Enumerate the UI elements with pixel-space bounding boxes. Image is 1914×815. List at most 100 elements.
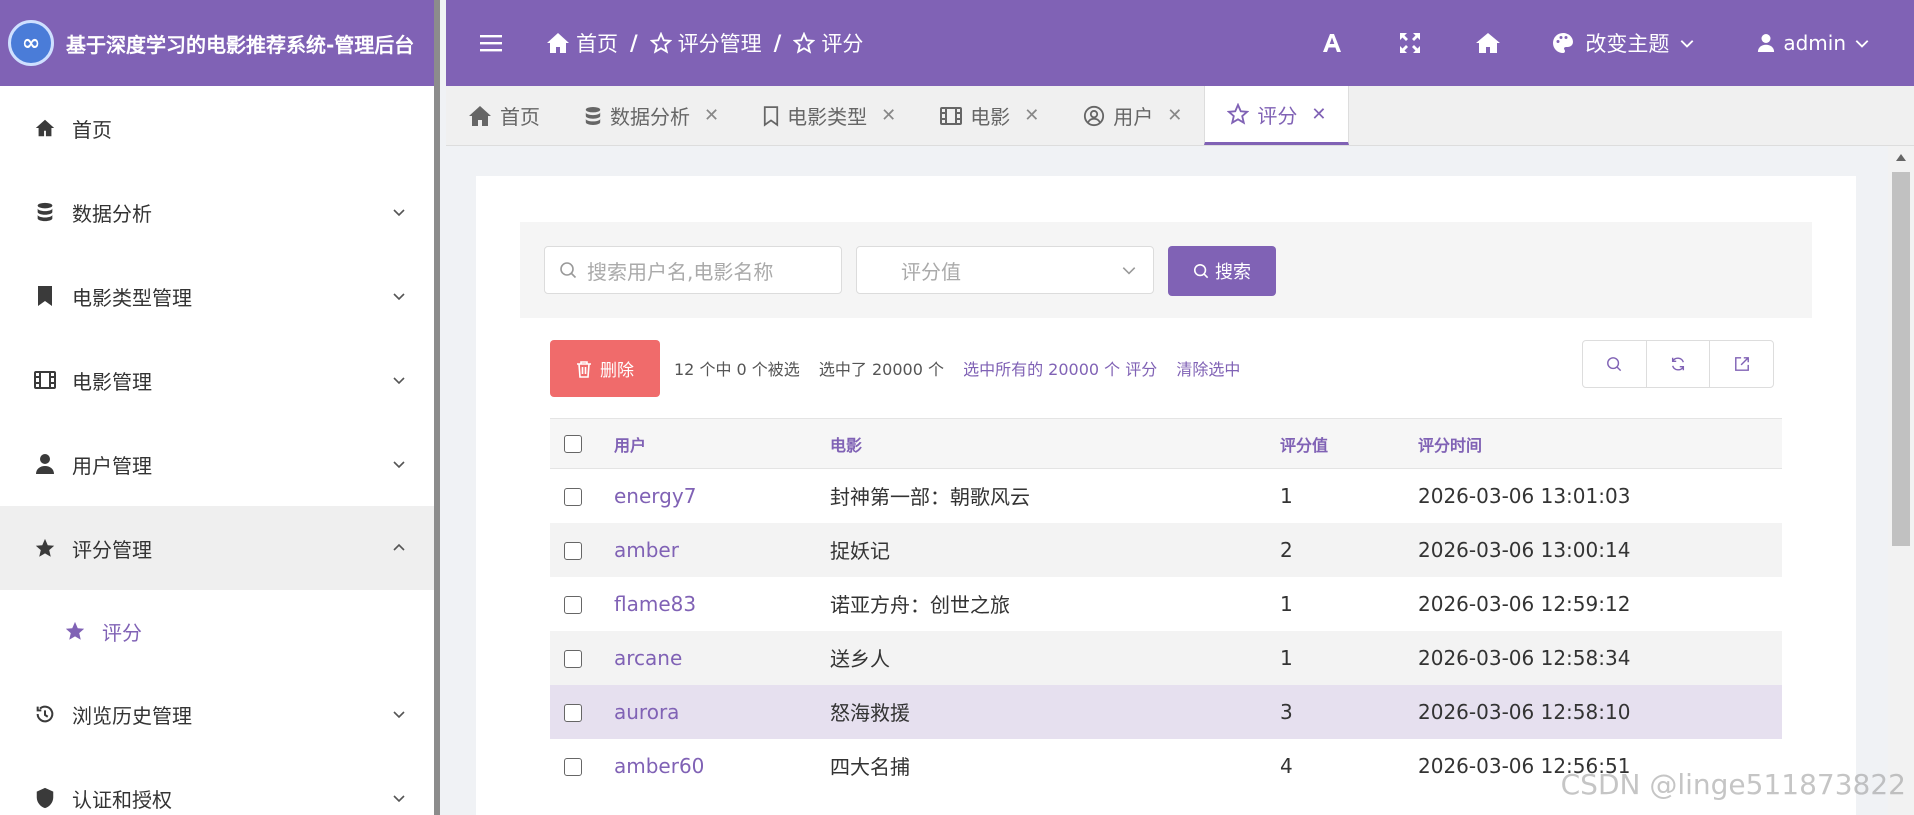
tab-ratings[interactable]: 评分 ✕ — [1204, 86, 1350, 145]
cell-user[interactable]: energy7 — [614, 469, 830, 523]
breadcrumb-rating[interactable]: 评分 — [793, 28, 863, 58]
scrollbar-thumb[interactable] — [1892, 172, 1910, 546]
sidebar-item-history[interactable]: 浏览历史管理 — [0, 672, 440, 756]
close-icon[interactable]: ✕ — [1311, 104, 1326, 125]
header-actions: 改变主题 admin — [1317, 0, 1914, 86]
table-row[interactable]: aurora 怒海救援 3 2026-03-06 12:58:10 — [550, 684, 1782, 739]
sidebar-menu: 首页 数据分析 电影类型管理 电影管理 用户管理 评分管理 评分 浏览历史管理 … — [0, 86, 440, 815]
database-icon — [585, 106, 601, 125]
watermark: CSDN @linge511873822 — [1560, 768, 1906, 801]
user-menu[interactable]: admin — [1757, 31, 1870, 55]
clear-selection-link[interactable]: 清除选中 — [1176, 360, 1240, 379]
cell-movie: 四大名捕 — [830, 755, 910, 779]
actions-bar: 删除 12 个中 0 个被选 选中了 20000 个 选中所有的 20000 个… — [550, 340, 1774, 400]
cell-user[interactable]: arcane — [614, 630, 830, 685]
cell-rating: 1 — [1280, 591, 1293, 616]
tab-data-analysis[interactable]: 数据分析 ✕ — [562, 86, 741, 145]
sidebar-item-label: 用户管理 — [72, 453, 152, 478]
cell-movie: 捉妖记 — [830, 522, 1280, 577]
row-checkbox[interactable] — [564, 650, 582, 668]
close-icon[interactable]: ✕ — [1167, 105, 1182, 126]
column-header-time[interactable]: 评分时间 — [1418, 418, 1782, 469]
delete-button[interactable]: 删除 — [550, 340, 660, 397]
sidebar: ∞ 基于深度学习的电影推荐系统-管理后台 首页 数据分析 电影类型管理 电影管理… — [0, 0, 440, 815]
row-checkbox[interactable] — [564, 704, 582, 722]
sidebar-item-home[interactable]: 首页 — [0, 86, 440, 170]
chevron-down-icon — [1680, 40, 1694, 48]
cell-time: 2026-03-06 12:58:10 — [1418, 684, 1782, 739]
column-header-user[interactable]: 用户 — [614, 418, 830, 469]
user-icon — [1758, 34, 1775, 52]
chevron-down-icon — [392, 284, 406, 308]
cell-user[interactable]: aurora — [614, 684, 830, 739]
cell-user[interactable]: amber60 — [614, 739, 830, 793]
tab-movies[interactable]: 电影 ✕ — [918, 86, 1061, 145]
sidebar-item-ratings[interactable]: 评分管理 — [0, 506, 440, 590]
app-title: 基于深度学习的电影推荐系统-管理后台 — [66, 32, 415, 57]
cell-user[interactable]: amber — [614, 522, 830, 577]
cell-time: 2026-03-06 13:01:03 — [1418, 483, 1631, 508]
table-row[interactable]: arcane 送乡人 1 2026-03-06 12:58:34 — [550, 630, 1782, 685]
search-input[interactable]: 搜索用户名,电影名称 — [544, 246, 842, 294]
refresh-button[interactable] — [1647, 341, 1711, 387]
tab-home[interactable]: 首页 — [446, 86, 562, 145]
sidebar-item-data-analysis[interactable]: 数据分析 — [0, 170, 440, 254]
sidebar-item-movies[interactable]: 电影管理 — [0, 338, 440, 422]
chevron-up-icon — [392, 536, 406, 560]
page-tabs: 首页 数据分析 ✕ 电影类型 ✕ 电影 ✕ 用户 ✕ 评分 ✕ — [446, 86, 1914, 146]
select-all-link[interactable]: 选中所有的 20000 个 评分 — [963, 360, 1157, 379]
table-row[interactable]: energy7 封神第一部：朝歌风云 1 2026-03-06 13:01:03 — [550, 469, 1782, 523]
film-icon — [32, 367, 58, 393]
theme-switcher[interactable]: 改变主题 — [1551, 28, 1695, 58]
star-icon — [62, 618, 88, 644]
star-icon — [649, 32, 672, 54]
cell-user[interactable]: flame83 — [614, 577, 830, 631]
sidebar-scrollbar[interactable] — [434, 0, 440, 815]
search-bar: 搜索用户名,电影名称 评分值 搜索 — [520, 222, 1812, 318]
row-checkbox[interactable] — [564, 596, 582, 614]
close-icon[interactable]: ✕ — [881, 105, 896, 126]
tab-movie-types[interactable]: 电影类型 ✕ — [741, 86, 918, 145]
main-content: 搜索用户名,电影名称 评分值 搜索 删除 12 个中 0 个被选 选中了 200… — [476, 176, 1856, 815]
sidebar-item-users[interactable]: 用户管理 — [0, 422, 440, 506]
fullscreen-icon[interactable] — [1395, 28, 1425, 58]
table-row[interactable]: amber 捉妖记 2 2026-03-06 13:00:14 — [550, 522, 1782, 577]
row-checkbox[interactable] — [564, 488, 582, 507]
breadcrumb-home[interactable]: 首页 — [546, 28, 618, 58]
search-button[interactable]: 搜索 — [1168, 246, 1276, 296]
star-icon — [32, 535, 58, 561]
table-row[interactable]: flame83 诺亚方舟：创世之旅 1 2026-03-06 12:59:12 — [550, 577, 1782, 631]
chevron-down-icon — [1122, 267, 1136, 275]
selected-count: 12 个中 0 个被选 — [674, 360, 800, 379]
scroll-up-icon[interactable] — [1896, 154, 1906, 161]
font-size-icon[interactable] — [1317, 28, 1347, 58]
sidebar-item-auth[interactable]: 认证和授权 — [0, 756, 440, 815]
cell-rating: 2 — [1280, 522, 1418, 577]
selected-total: 选中了 20000 个 — [818, 360, 944, 379]
export-button[interactable] — [1710, 341, 1773, 387]
close-icon[interactable]: ✕ — [1024, 105, 1039, 126]
rating-select[interactable]: 评分值 — [856, 246, 1154, 294]
column-header-movie[interactable]: 电影 — [830, 418, 1280, 469]
user-icon — [32, 451, 58, 477]
film-icon — [940, 106, 963, 125]
row-checkbox[interactable] — [564, 542, 582, 560]
column-header-rating[interactable]: 评分值 — [1280, 418, 1418, 469]
row-checkbox[interactable] — [564, 758, 582, 776]
sidebar-item-movie-types[interactable]: 电影类型管理 — [0, 254, 440, 338]
tab-users[interactable]: 用户 ✕ — [1061, 86, 1204, 145]
sidebar-subitem-rating[interactable]: 评分 — [0, 590, 440, 672]
sidebar-item-label: 首页 — [72, 117, 112, 142]
close-icon[interactable]: ✕ — [704, 105, 719, 126]
home-icon — [469, 105, 491, 126]
trash-icon — [577, 360, 591, 378]
database-icon — [32, 199, 58, 225]
breadcrumb-rating-mgmt[interactable]: 评分管理 — [649, 28, 762, 58]
home-icon[interactable] — [1473, 28, 1503, 58]
cell-time: 2026-03-06 12:58:34 — [1418, 630, 1782, 685]
toggle-search-button[interactable] — [1583, 341, 1647, 387]
content-scrollbar[interactable] — [1888, 146, 1914, 815]
menu-toggle-icon[interactable] — [476, 28, 506, 58]
chevron-down-icon — [392, 786, 406, 810]
select-all-checkbox[interactable] — [564, 435, 582, 454]
